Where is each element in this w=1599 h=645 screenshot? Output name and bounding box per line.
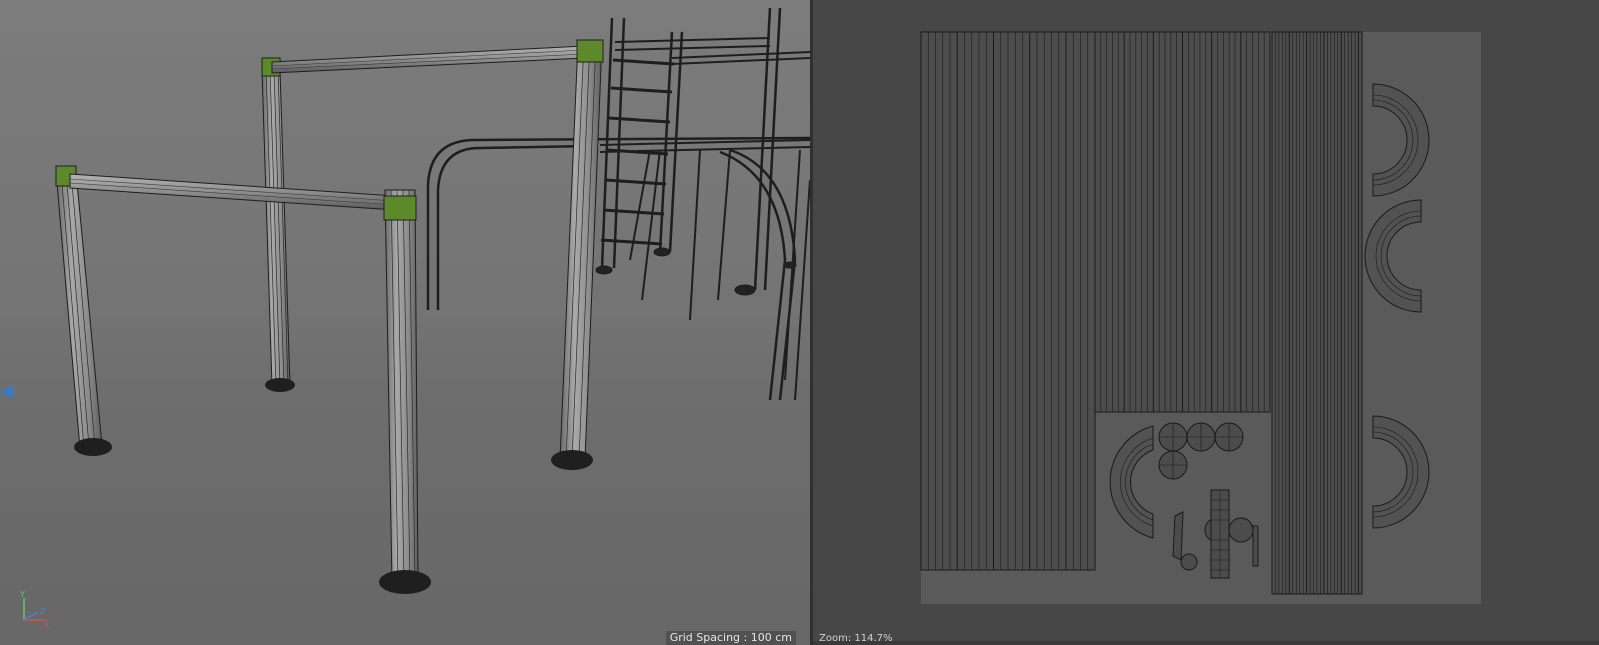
pole-front-left (55, 165, 112, 456)
axis-z-label: Z (40, 607, 46, 616)
uv-editor-panel[interactable]: Zoom: 114.7% (813, 0, 1599, 645)
axis-gizmo: Y Z X (19, 590, 50, 630)
zoom-level-label: Zoom: 114.7% (819, 633, 893, 644)
scene-wireframe (0, 7, 810, 594)
axis-y-label: Y (19, 590, 25, 599)
uv-status-bar (813, 641, 1599, 645)
perspective-viewport[interactable]: Y Z X Grid Spacing : 100 cm (0, 0, 810, 645)
viewport-edge-marker (0, 385, 14, 399)
pole-back-left (261, 57, 295, 392)
grid-spacing-label: Grid Spacing : 100 cm (665, 631, 796, 645)
curved-bar (426, 136, 810, 401)
pole-front-right (379, 189, 431, 594)
pole-middle-right (551, 39, 604, 470)
uv-layout (920, 31, 1481, 604)
bar-back (271, 45, 586, 74)
axis-x-label: X (44, 621, 50, 630)
bar-front (69, 173, 396, 211)
ladder-structure (595, 7, 810, 401)
